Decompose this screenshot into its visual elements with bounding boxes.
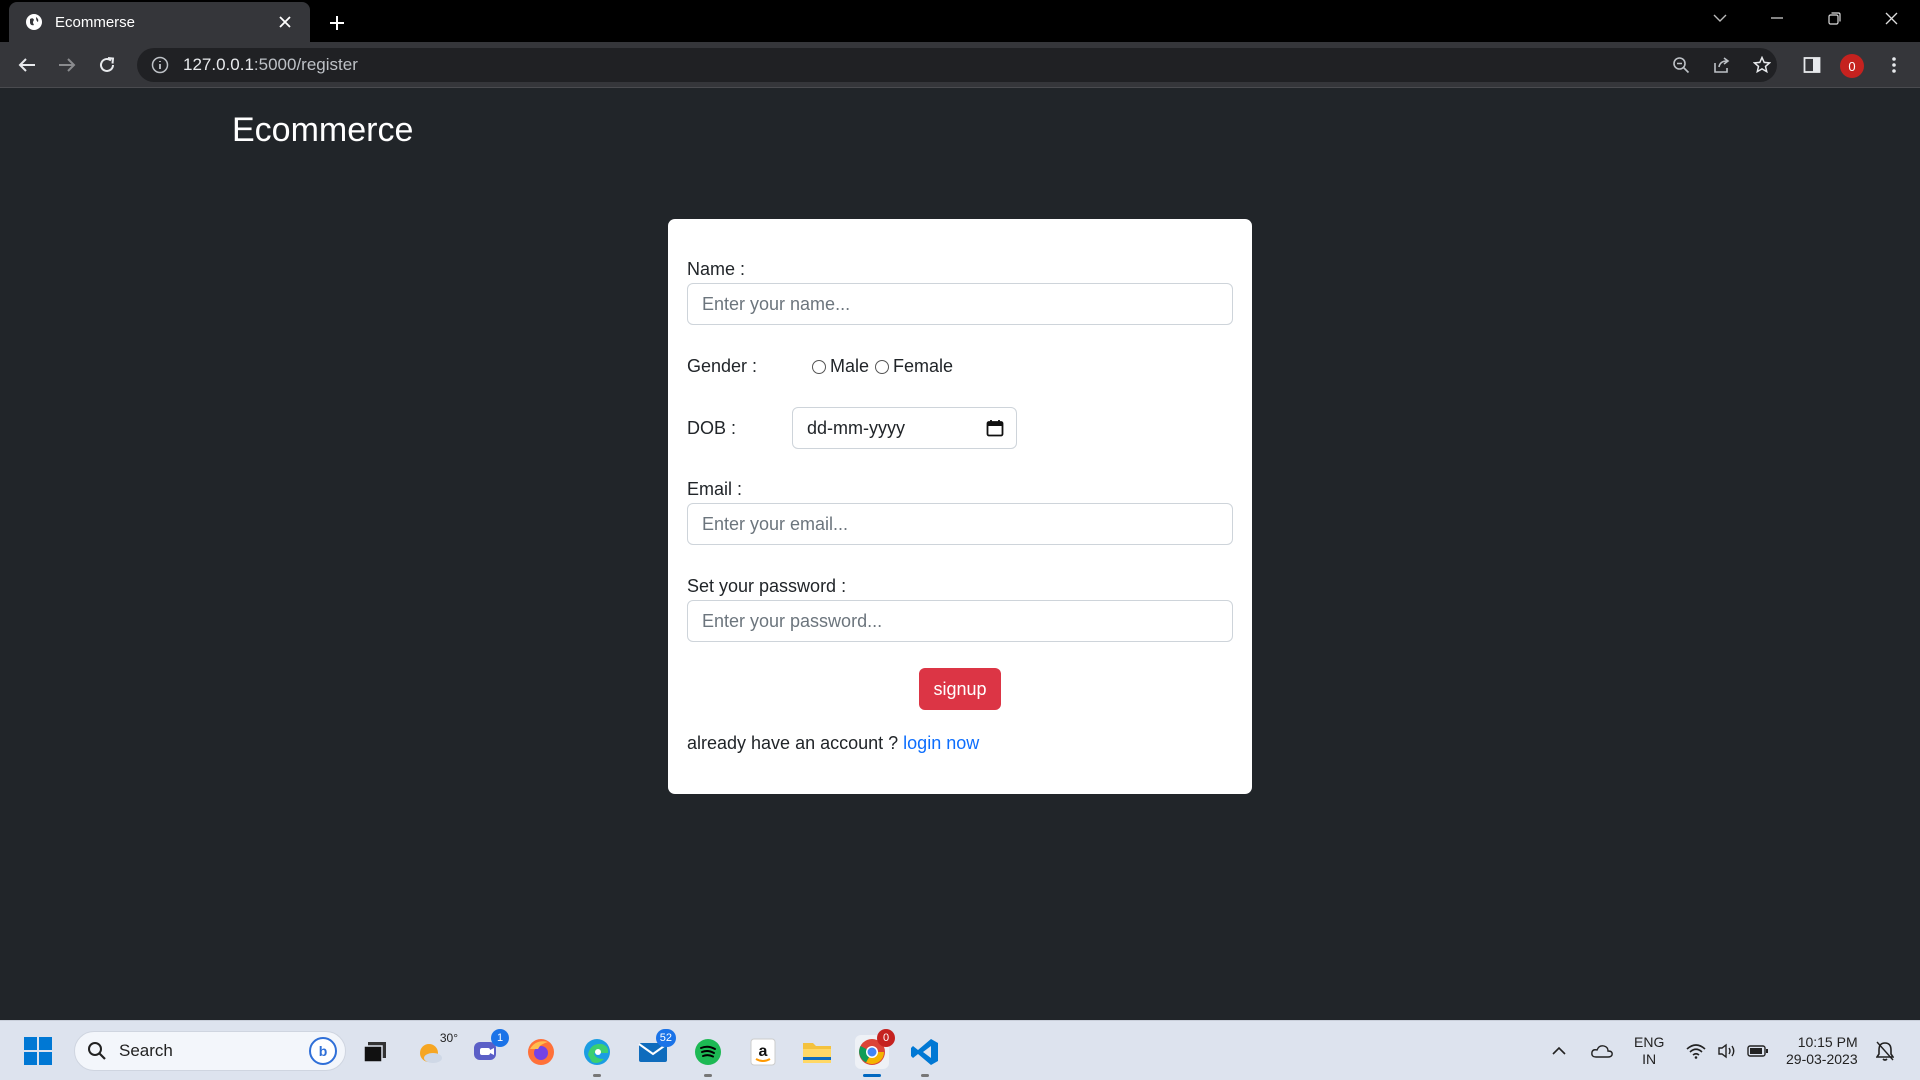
clock[interactable]: 10:15 PM 29-03-2023 xyxy=(1786,1021,1858,1080)
password-input[interactable] xyxy=(687,600,1233,642)
edge-running-indicator xyxy=(593,1074,601,1077)
signup-button[interactable]: signup xyxy=(919,668,1001,710)
chrome-icon[interactable]: 0 xyxy=(855,1029,895,1077)
zoom-icon[interactable] xyxy=(1672,56,1690,74)
onedrive-icon[interactable] xyxy=(1590,1021,1614,1080)
calendar-icon[interactable] xyxy=(986,419,1004,437)
wifi-icon[interactable] xyxy=(1686,1021,1706,1080)
edge-icon[interactable] xyxy=(580,1035,614,1077)
language-bottom: IN xyxy=(1642,1051,1657,1067)
login-link[interactable]: login now xyxy=(903,733,979,753)
task-view-icon[interactable] xyxy=(358,1035,392,1069)
bookmark-star-icon[interactable] xyxy=(1753,56,1771,74)
spotify-icon[interactable] xyxy=(691,1035,725,1077)
taskbar-search[interactable]: Search b xyxy=(74,1031,346,1071)
register-card: Name : Gender : Male Female DOB : dd-mm-… xyxy=(668,219,1252,794)
back-icon[interactable] xyxy=(11,49,43,81)
navbar-brand[interactable]: Ecommerce xyxy=(232,111,413,150)
close-tab-icon[interactable] xyxy=(274,11,296,33)
clock-date: 29-03-2023 xyxy=(1786,1051,1858,1067)
bing-icon[interactable]: b xyxy=(309,1037,337,1065)
windows-start-icon[interactable] xyxy=(24,1037,52,1065)
teams-chat-icon[interactable]: 1 xyxy=(469,1029,509,1069)
spotify-running-indicator xyxy=(704,1074,712,1077)
file-explorer-icon[interactable] xyxy=(800,1035,834,1069)
battery-icon[interactable] xyxy=(1747,1021,1769,1080)
firefox-icon[interactable] xyxy=(524,1035,558,1069)
browser-tab-bar: Ecommerse xyxy=(0,0,1920,42)
chrome-badge: 0 xyxy=(877,1029,895,1047)
dob-label: DOB : xyxy=(687,418,737,438)
male-option-label: Male xyxy=(830,356,870,376)
female-option-label: Female xyxy=(893,356,954,376)
name-input[interactable] xyxy=(687,283,1233,325)
vscode-running-indicator xyxy=(921,1074,929,1077)
dob-date-input[interactable]: dd-mm-yyyy xyxy=(792,407,1017,449)
url-text: 127.0.0.1:5000/register xyxy=(183,55,358,74)
login-prompt-text: already have an account ? xyxy=(687,733,899,753)
gender-options: Male Female xyxy=(812,356,959,377)
show-hidden-icons[interactable] xyxy=(1551,1021,1567,1080)
dob-placeholder: dd-mm-yyyy xyxy=(807,417,905,438)
chrome-running-indicator xyxy=(863,1074,881,1077)
windows-taskbar: Search b 30° 1 52 a 0 ENG IN 10:15 PM 29… xyxy=(0,1020,1920,1080)
share-icon[interactable] xyxy=(1713,56,1731,74)
reload-icon[interactable] xyxy=(91,49,123,81)
password-label: Set your password : xyxy=(687,576,847,596)
female-radio[interactable] xyxy=(875,359,890,374)
more-menu-icon[interactable] xyxy=(1885,56,1903,74)
close-window-icon[interactable] xyxy=(1863,0,1919,36)
tab-title: Ecommerse xyxy=(55,13,136,31)
search-label: Search xyxy=(119,1041,173,1060)
tab-search-icon[interactable] xyxy=(1692,0,1748,36)
browser-tab[interactable]: Ecommerse xyxy=(9,2,310,42)
globe-icon xyxy=(25,13,43,31)
notification-bell-icon[interactable] xyxy=(1876,1021,1894,1080)
restore-icon[interactable] xyxy=(1806,0,1862,36)
teams-badge: 1 xyxy=(491,1029,509,1047)
weather-icon[interactable]: 30° xyxy=(414,1031,458,1069)
language-indicator[interactable]: ENG IN xyxy=(1634,1021,1664,1080)
login-prompt: already have an account ? login now xyxy=(687,733,979,754)
forward-icon[interactable] xyxy=(51,49,83,81)
vscode-icon[interactable] xyxy=(908,1035,942,1077)
weather-temp: 30° xyxy=(439,1031,458,1045)
search-icon xyxy=(88,1042,106,1060)
mail-icon[interactable]: 52 xyxy=(636,1029,676,1069)
email-input[interactable] xyxy=(687,503,1233,545)
minimize-icon[interactable] xyxy=(1749,0,1805,36)
new-tab-icon[interactable] xyxy=(323,9,351,37)
svg-text:a: a xyxy=(759,1043,768,1060)
language-top: ENG xyxy=(1634,1034,1665,1050)
mail-badge: 52 xyxy=(655,1029,676,1047)
male-radio[interactable] xyxy=(812,359,826,374)
name-label: Name : xyxy=(687,259,746,279)
amazon-icon[interactable]: a xyxy=(746,1035,780,1069)
clock-time: 10:15 PM xyxy=(1797,1034,1858,1050)
gender-label: Gender : xyxy=(687,356,758,376)
browser-toolbar: 127.0.0.1:5000/register 0 xyxy=(0,42,1920,88)
side-panel-icon[interactable] xyxy=(1803,56,1821,74)
site-info-icon[interactable] xyxy=(151,56,169,74)
volume-icon[interactable] xyxy=(1717,1021,1737,1080)
address-bar[interactable]: 127.0.0.1:5000/register xyxy=(137,48,1777,82)
email-label: Email : xyxy=(687,479,743,499)
profile-avatar[interactable]: 0 xyxy=(1840,54,1864,78)
